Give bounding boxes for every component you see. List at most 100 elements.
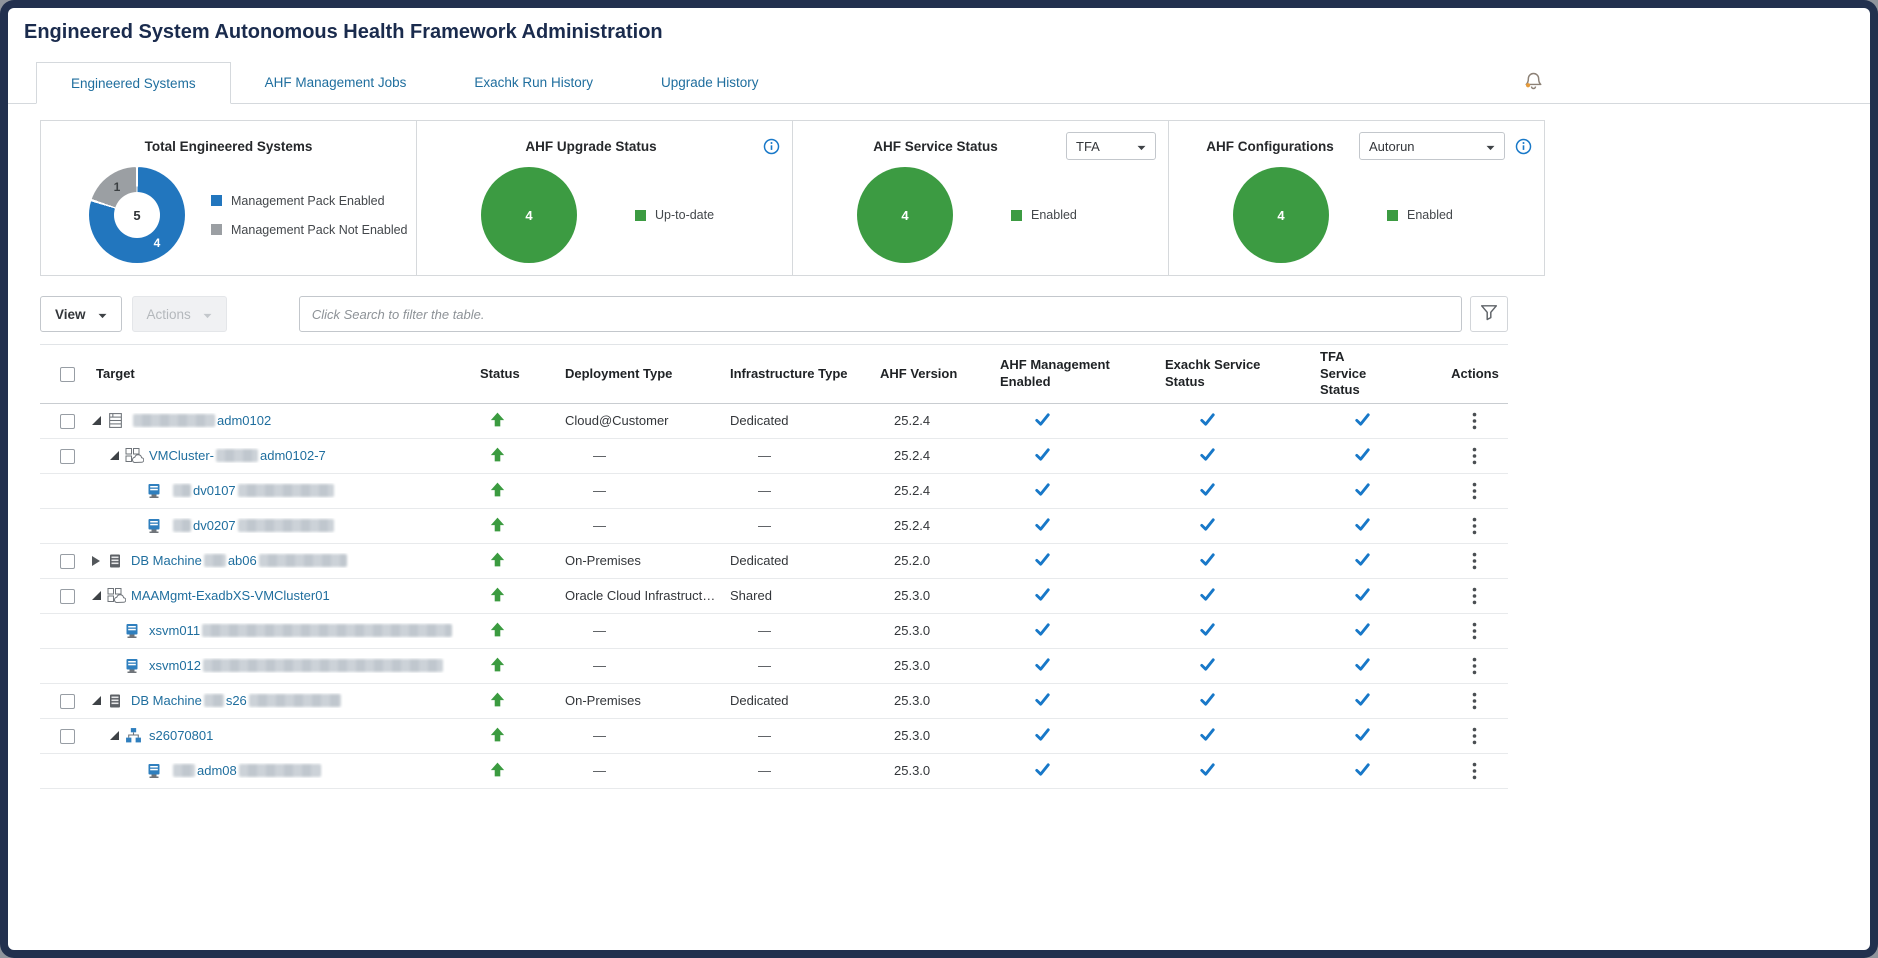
row-actions-menu[interactable] [1466,655,1483,677]
target-link[interactable]: dv0107 [171,483,336,498]
column-header-exachk-service-status[interactable]: Exachk Service Status [1155,353,1310,394]
column-header-status[interactable]: Status [470,362,555,387]
deployment-type-cell: On-Premises [565,693,641,709]
exachk-service-status-cell [1155,586,1310,606]
check-icon [1199,586,1216,606]
tab-upgrade-history[interactable]: Upgrade History [627,61,793,103]
vm-cluster-icon [107,587,131,604]
info-icon[interactable] [763,138,780,155]
configurations-dropdown[interactable]: Autorun [1359,132,1505,160]
table-row[interactable]: DB Machine s26 On-Premises Dedicated 25.… [40,684,1508,719]
column-header-tfa-service-status[interactable]: TFA Service Status [1310,345,1440,403]
table-row[interactable]: s26070801 — — 25.3.0 [40,719,1508,754]
exachk-service-status-cell [1155,761,1310,781]
infrastructure-type-cell: Dedicated [730,413,789,429]
column-header-ahf-management-enabled[interactable]: AHF Management Enabled [990,353,1155,394]
row-actions-menu[interactable] [1466,725,1483,747]
status-up-icon [490,552,505,570]
column-header-ahf-version[interactable]: AHF Version [870,362,990,387]
panel-title: Total Engineered Systems [144,138,313,154]
column-header-target[interactable]: Target [86,362,470,387]
check-icon [1199,551,1216,571]
expand-toggle[interactable] [92,416,107,426]
check-icon [1034,656,1051,676]
row-actions-menu[interactable] [1466,760,1483,782]
expand-toggle[interactable] [92,555,107,566]
target-link[interactable]: DB Machine s26 [131,693,343,708]
status-up-icon [490,657,505,675]
legend-swatch [211,195,222,206]
target-link[interactable]: adm08 [171,763,323,778]
view-menu-label: View [55,306,86,322]
target-link[interactable]: VMCluster-adm0102-7 [149,448,326,463]
target-link[interactable]: MAAMgmt-ExadbXS-VMCluster01 [131,588,330,603]
target-link[interactable]: adm0102 [131,413,271,428]
tab-engineered-systems[interactable]: Engineered Systems [36,62,231,104]
chart-legend: Enabled [1387,208,1453,222]
target-name-text: s26 [225,693,247,709]
column-header-infrastructure-type[interactable]: Infrastructure Type [720,362,870,387]
table-row[interactable]: VMCluster-adm0102-7 — — 25.2.4 [40,439,1508,474]
row-checkbox[interactable] [60,588,75,604]
tab-exachk-run-history[interactable]: Exachk Run History [440,61,627,103]
total-systems-donut-chart: 54 1 [89,167,185,263]
column-header-deployment-type[interactable]: Deployment Type [555,362,720,387]
expand-toggle[interactable] [92,696,107,706]
service-status-dropdown[interactable]: TFA [1066,132,1156,160]
target-link[interactable]: s26070801 [149,728,213,743]
table-row[interactable]: xsvm011 — — 25.3.0 [40,614,1508,649]
notifications-bell-icon[interactable] [1520,68,1546,94]
redacted-text [216,449,259,463]
redacted-text [203,554,226,568]
expand-toggle[interactable] [110,731,125,741]
table-row[interactable]: adm0102 Cloud@Customer Dedicated 25.2.4 [40,404,1508,439]
check-icon [1199,656,1216,676]
row-checkbox[interactable] [60,448,75,464]
row-checkbox[interactable] [60,413,75,429]
row-actions-menu[interactable] [1466,585,1483,607]
filter-button[interactable] [1470,296,1508,332]
table-header: Target Status Deployment Type Infrastruc… [40,344,1508,404]
ahf-management-enabled-cell [990,621,1155,641]
row-checkbox[interactable] [60,553,75,569]
target-link[interactable]: DB Machine ab06 [131,553,349,568]
expand-toggle[interactable] [110,451,125,461]
target-link[interactable]: xsvm012 [149,658,445,673]
tfa-service-status-cell [1310,761,1440,781]
row-actions-menu[interactable] [1466,410,1483,432]
row-checkbox[interactable] [60,728,75,744]
page-header: Engineered System Autonomous Health Fram… [8,8,1870,50]
row-actions-menu[interactable] [1466,515,1483,537]
target-link[interactable]: xsvm011 [149,623,454,638]
target-name-text: DB Machine [131,693,202,709]
row-actions-menu[interactable] [1466,550,1483,572]
table-row[interactable]: adm08 — — 25.3.0 [40,754,1508,789]
row-actions-menu[interactable] [1466,620,1483,642]
select-all-checkbox[interactable] [60,366,75,382]
view-menu-button[interactable]: View [40,296,122,332]
upgrade-status-donut-chart: 4 [481,167,577,263]
actions-menu-button[interactable]: Actions [131,296,227,332]
target-link[interactable]: dv0207 [171,518,336,533]
redacted-text [133,414,215,428]
table-row[interactable]: dv0207 — — 25.2.4 [40,509,1508,544]
legend-item: Up-to-date [635,208,714,222]
info-icon[interactable] [1515,138,1532,155]
row-actions-menu[interactable] [1466,690,1483,712]
row-checkbox[interactable] [60,693,75,709]
engineered-systems-table: Target Status Deployment Type Infrastruc… [40,344,1508,789]
table-row[interactable]: MAAMgmt-ExadbXS-VMCluster01 Oracle Cloud… [40,579,1508,614]
check-icon [1199,691,1216,711]
table-row[interactable]: xsvm012 — — 25.3.0 [40,649,1508,684]
app-window: Engineered System Autonomous Health Fram… [0,0,1878,958]
row-actions-menu[interactable] [1466,445,1483,467]
chevron-down-icon [1137,139,1146,154]
row-actions-menu[interactable] [1466,480,1483,502]
tab-ahf-management-jobs[interactable]: AHF Management Jobs [231,61,441,103]
search-input[interactable] [298,296,1462,332]
table-row[interactable]: DB Machine ab06 On-Premises Dedicated 25… [40,544,1508,579]
table-row[interactable]: dv0107 — — 25.2.4 [40,474,1508,509]
expand-toggle[interactable] [92,591,107,601]
deployment-type-cell: — [593,518,606,534]
target-name-text: xsvm011 [149,623,201,639]
